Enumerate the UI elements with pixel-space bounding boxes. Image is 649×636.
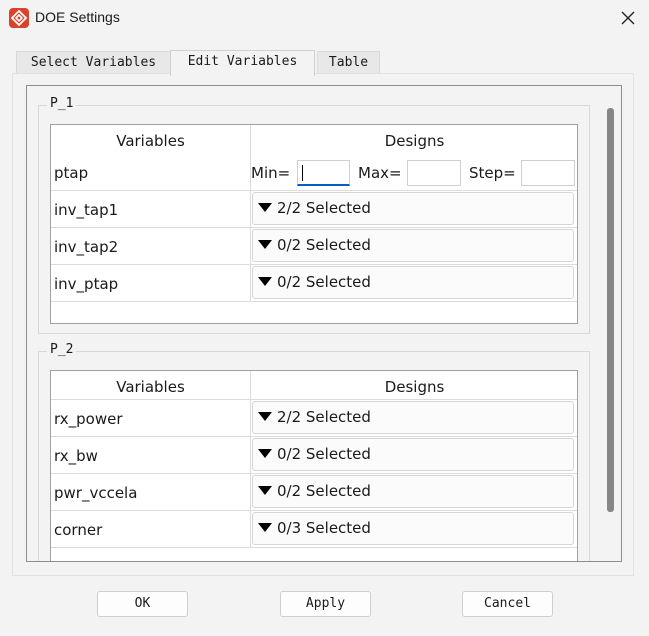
dropdown-arrow-icon [258,203,272,212]
vertical-scrollbar[interactable] [607,108,614,512]
row-divider [51,436,577,437]
dropdown-value: 2/2 Selected [277,199,371,217]
row-divider [51,264,577,265]
p2-variables-table: Variables Designs rx_power 2/2 Selected … [50,370,578,561]
step-input[interactable] [521,160,575,186]
row-divider [51,547,577,548]
column-divider [250,125,251,302]
cancel-button[interactable]: Cancel [462,591,553,617]
title-bar: DOE Settings [0,0,649,38]
designs-dropdown[interactable]: 2/2 Selected [252,192,574,225]
group-p2-title: P_2 [47,342,77,357]
dropdown-arrow-icon [258,523,272,532]
ok-button[interactable]: OK [97,591,188,617]
column-header-variables: Variables [116,378,185,396]
window-title: DOE Settings [35,9,120,25]
dropdown-arrow-icon [258,486,272,495]
dropdown-value: 0/2 Selected [277,236,371,254]
designs-dropdown[interactable]: 0/3 Selected [252,512,574,545]
tab-table[interactable]: Table [317,51,380,75]
step-label: Step= [469,164,516,182]
column-header-designs: Designs [384,132,445,150]
row-divider [51,473,577,474]
dropdown-arrow-icon [258,240,272,249]
dropdown-arrow-icon [258,449,272,458]
column-divider [250,371,251,548]
dropdown-value: 0/3 Selected [277,519,371,537]
row-divider [51,190,577,191]
designs-dropdown[interactable]: 0/2 Selected [252,475,574,508]
p1-variables-table: Variables Designs ptap Min= Max= Step= i… [50,124,578,324]
variable-name: pwr_vccela [54,484,138,502]
row-divider [51,510,577,511]
variable-name: inv_tap2 [54,238,119,256]
min-label: Min= [251,164,291,182]
close-icon [621,11,635,25]
variables-scroll-area: P_1 Variables Designs ptap Min= Max= Ste… [26,85,622,562]
dropdown-value: 0/2 Selected [277,482,371,500]
min-input[interactable] [297,160,350,186]
variable-name: rx_bw [54,447,98,465]
dropdown-arrow-icon [258,412,272,421]
max-label: Max= [358,164,402,182]
dropdown-value: 0/2 Selected [277,273,371,291]
variable-name: rx_power [54,410,123,428]
designs-dropdown[interactable]: 0/2 Selected [252,266,574,299]
tab-select-variables[interactable]: Select Variables [16,51,171,75]
column-header-variables: Variables [116,132,185,150]
column-header-designs: Designs [384,378,445,396]
variable-name: ptap [54,164,89,182]
row-divider [51,301,577,302]
apply-button[interactable]: Apply [280,591,371,617]
variable-name: inv_ptap [54,275,119,293]
designs-dropdown[interactable]: 2/2 Selected [252,401,574,434]
app-logo-icon [9,8,29,28]
row-divider [51,227,577,228]
group-p1-title: P_1 [47,96,77,111]
tab-edit-variables[interactable]: Edit Variables [170,50,315,76]
designs-dropdown[interactable]: 0/2 Selected [252,229,574,262]
dropdown-value: 0/2 Selected [277,445,371,463]
row-divider [51,399,577,400]
variable-name: corner [54,521,103,539]
designs-dropdown[interactable]: 0/2 Selected [252,438,574,471]
dropdown-value: 2/2 Selected [277,408,371,426]
text-caret [302,165,303,181]
close-button[interactable] [611,4,645,32]
dropdown-arrow-icon [258,277,272,286]
max-input[interactable] [407,160,461,186]
variable-name: inv_tap1 [54,201,119,219]
